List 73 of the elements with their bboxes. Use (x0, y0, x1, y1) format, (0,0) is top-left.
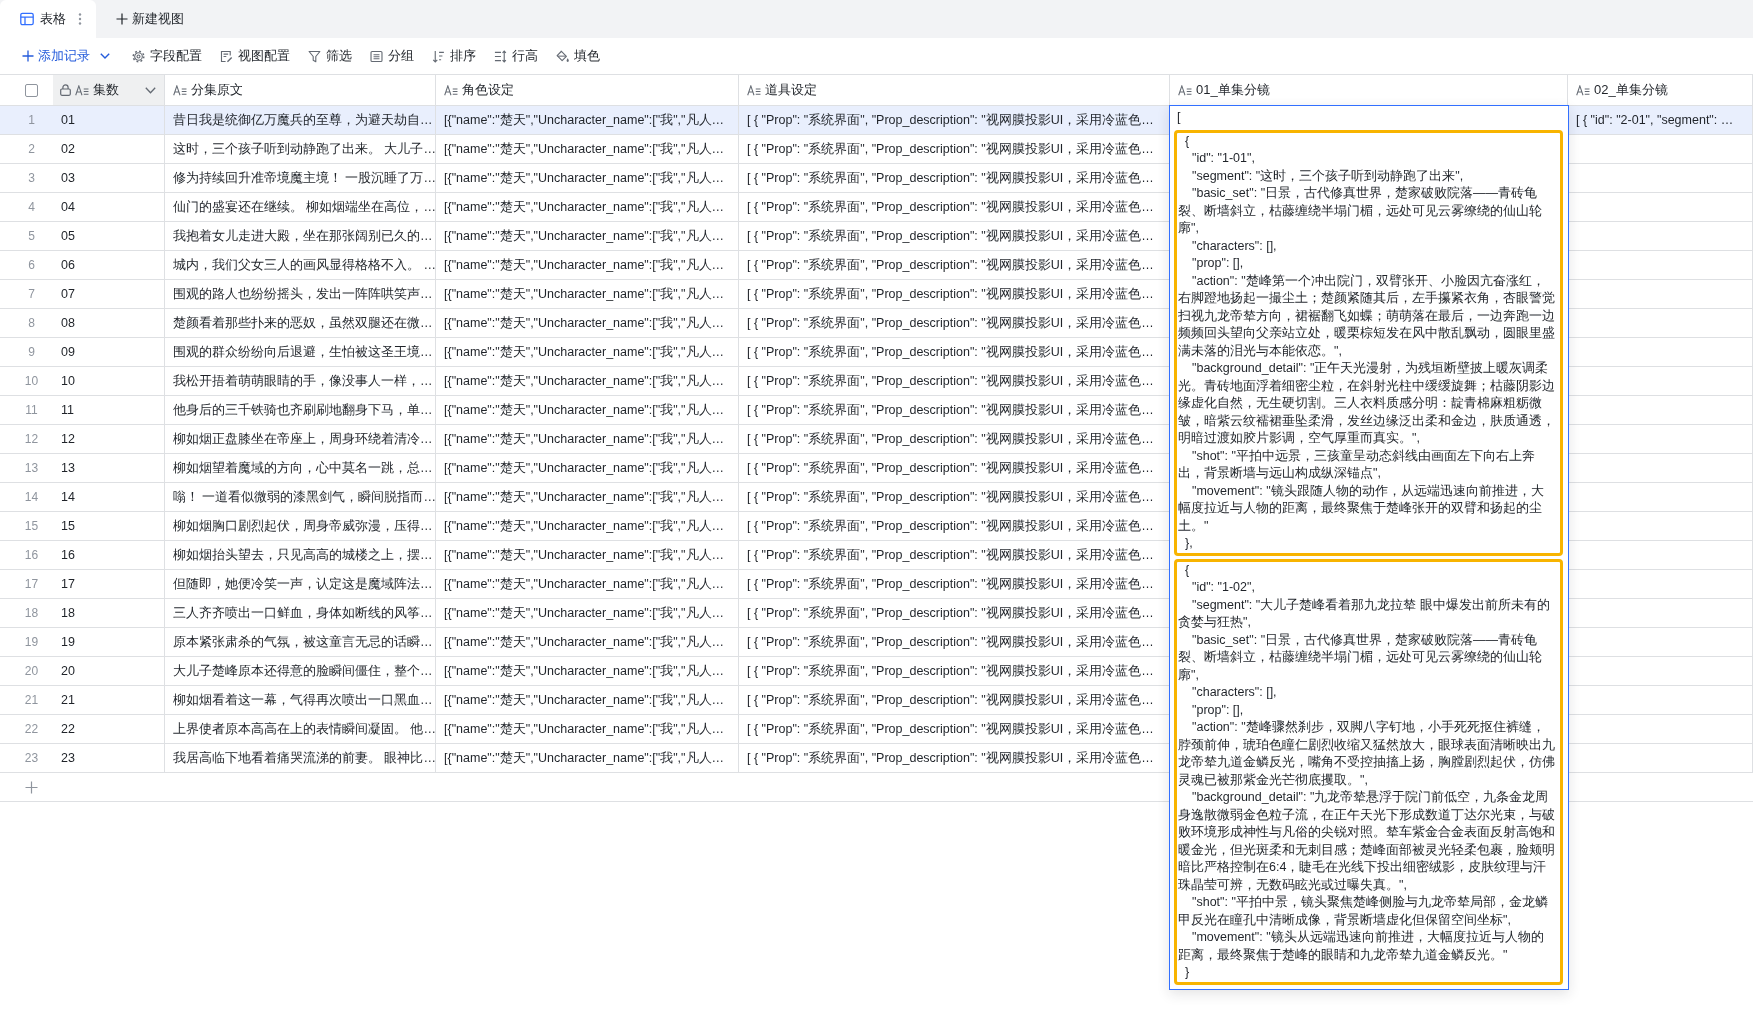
row-number: 3 (28, 171, 35, 185)
view-tab[interactable]: 表格 (0, 0, 96, 38)
row-number: 17 (24, 577, 39, 591)
json-line: "background_detail": "九龙帝辇悬浮于院门前低空，九条金龙周身逸散微弱金色粒子流，在正午天光下形成数道丁达尔光束，与破败环境形成神性与凡俗的尖锐对照。辇车紫金合金表面反射高饱和暖金光，但光斑柔和无刺目感；楚峰面部被灵光轻柔包裹，脸颊明暗比严格控制在6:4，睫毛在光线下投出细密绒影，皮肤纹理与汗珠晶莹可辨，无数码眩光或过曝失真。", (1178, 789, 1555, 894)
text-type-icon (75, 84, 89, 96)
row-number: 12 (24, 432, 39, 446)
row-number: 9 (28, 345, 35, 359)
row-number: 14 (24, 490, 39, 504)
row-number: 10 (24, 374, 39, 388)
settings-icon (132, 49, 145, 63)
text-type-icon (444, 84, 458, 96)
text-type-icon (173, 84, 187, 96)
funnel-icon (308, 49, 321, 63)
cell-editor[interactable] (1169, 105, 1569, 990)
row-number: 21 (24, 693, 39, 707)
row-number: 11 (25, 403, 38, 417)
toolbar-button[interactable]: 填色 (556, 45, 600, 67)
new-view-button[interactable]: 新建视图 (108, 0, 192, 38)
lines-updown-arrow-icon (494, 49, 507, 63)
add-record-button[interactable]: 添加记录 (22, 45, 110, 67)
row-number: 16 (24, 548, 39, 562)
list-box-icon (370, 49, 383, 63)
plus-icon (116, 13, 128, 25)
row-number: 8 (28, 316, 35, 330)
row-number: 7 (28, 287, 35, 301)
caret-icon (100, 53, 110, 59)
json-line: "id": "1-01", (1191, 150, 1256, 167)
row-number: 22 (24, 722, 39, 736)
toolbar-button[interactable]: 分组 (370, 45, 414, 67)
toolbar-button[interactable]: 视图配置 (220, 45, 290, 67)
row-number: 6 (28, 258, 35, 272)
json-line: "segment": "这时，三个孩子听到动静跑了出来", (1191, 167, 1465, 185)
row-number: 5 (28, 229, 35, 243)
select-all-checkbox[interactable] (25, 83, 38, 97)
json-line: [ (1176, 109, 1182, 126)
row-number: 4 (28, 200, 35, 214)
table-icon (20, 12, 34, 26)
column-header[interactable]: 集数 (53, 75, 165, 105)
json-line: { (1184, 132, 1191, 150)
text-type-icon (1178, 84, 1192, 96)
row-number: 23 (24, 751, 39, 765)
toolbar-button[interactable]: 排序 (432, 45, 476, 67)
row-number: 18 (24, 606, 39, 620)
plus-icon (22, 50, 34, 62)
row-number: 19 (24, 635, 39, 649)
row-number: 1 (28, 113, 35, 127)
json-line: "id": "1-02", (1191, 579, 1256, 596)
add-row-button[interactable] (23, 779, 39, 795)
sort-icon (432, 49, 445, 63)
lock-icon (60, 84, 71, 96)
json-line: "prop": [], (1191, 255, 1245, 272)
plus-icon (24, 780, 38, 794)
toolbar-button[interactable]: 行高 (494, 45, 538, 67)
toolbar-button[interactable]: 字段配置 (132, 45, 202, 67)
table-cell: 我居高临下地看着痛哭流涕的前妻。 眼神比… (165, 744, 436, 773)
table-cell: 23 (53, 744, 165, 773)
text-type-icon (747, 84, 761, 96)
table-cell: [{"name":"楚天","Uncharacter_name":["我","凡人… (436, 744, 739, 773)
chevron-down-icon (145, 86, 156, 94)
row-number: 20 (24, 664, 39, 678)
more-icon (78, 13, 82, 25)
json-line: "segment": "大儿子楚峰看着那九龙拉辇 眼中爆发出前所未有的贪婪与狂热", (1178, 596, 1551, 631)
row-number: 15 (24, 519, 39, 533)
json-line: "characters": [], (1191, 684, 1278, 701)
json-line: "shot": "平拍中景，镜头聚焦楚峰侧脸与九龙帝辇局部，金龙鳞甲反光在瞳孔中清晰成像，背景断墙虚化但保留空间坐标", (1178, 894, 1549, 929)
row-number: 2 (28, 142, 35, 156)
json-line: } (1184, 964, 1191, 981)
text-type-icon (1576, 84, 1590, 96)
form-icon (220, 49, 233, 63)
paint-bucket-icon (556, 49, 569, 63)
toolbar-button[interactable]: 筛选 (308, 45, 352, 67)
row-number: 13 (24, 461, 39, 475)
json-line: "movement": "镜头从远端迅速向前推进，大幅度拉近与人物的距离，最终聚焦于楚峰的眼睛和九龙帝辇九道金鳞反光。" (1178, 929, 1545, 964)
